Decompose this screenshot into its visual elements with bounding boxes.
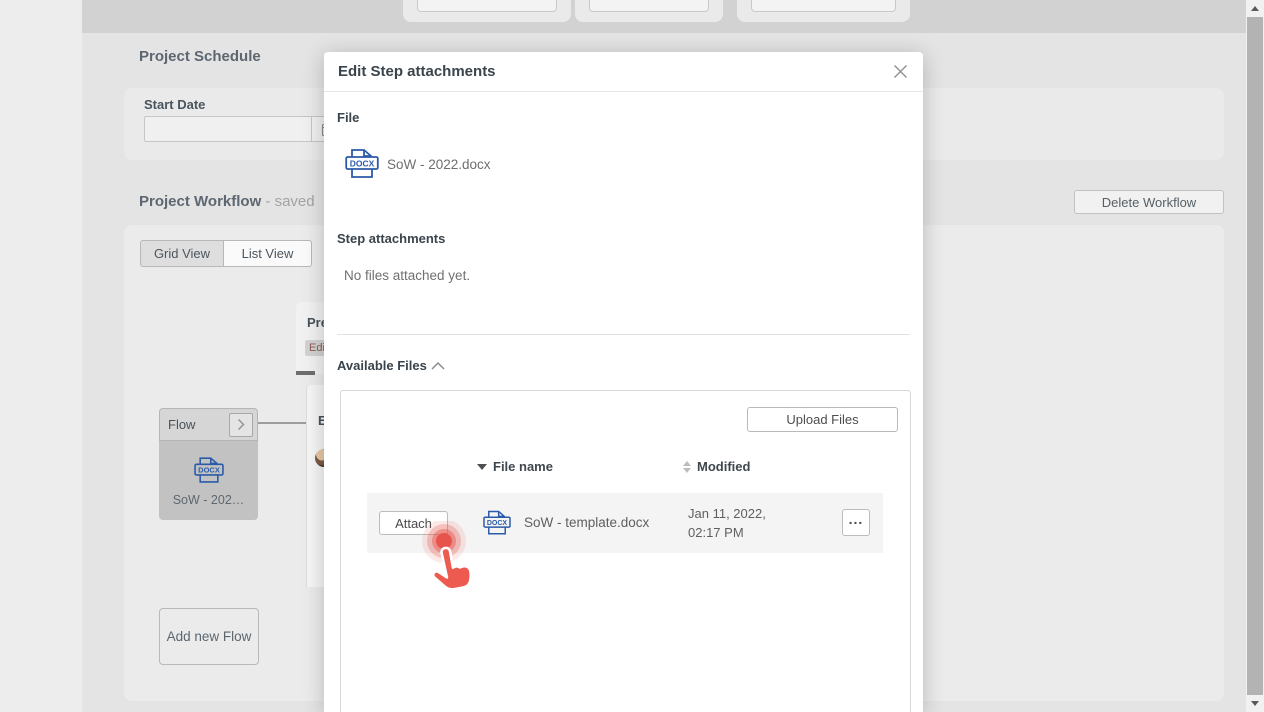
available-files-panel: Upload Files File name Modified Attach D… bbox=[340, 390, 911, 712]
scroll-down-button[interactable] bbox=[1246, 695, 1264, 712]
available-files-label: Available Files bbox=[337, 358, 427, 373]
tab-grid-view[interactable]: Grid View bbox=[140, 240, 224, 267]
start-date-label: Start Date bbox=[144, 97, 205, 112]
avatar bbox=[315, 449, 324, 467]
flow-expand-button[interactable] bbox=[229, 413, 253, 437]
sort-descending-icon bbox=[477, 464, 487, 470]
attached-file[interactable]: DOCX bbox=[345, 146, 379, 187]
workflow-step-card-partial[interactable]: Pre Edi bbox=[296, 302, 324, 374]
docx-file-icon: DOCX bbox=[345, 146, 379, 182]
tab-list-view[interactable]: List View bbox=[224, 240, 312, 267]
top-card-input[interactable] bbox=[589, 0, 709, 12]
saved-status: - saved bbox=[265, 193, 314, 210]
svg-text:DOCX: DOCX bbox=[350, 158, 375, 168]
screen: Project Schedule Start Date Project Work… bbox=[0, 0, 1264, 712]
scrollbar-thumb[interactable] bbox=[1247, 17, 1263, 695]
column-header-modified[interactable]: Modified bbox=[683, 459, 750, 474]
column-header-label: File name bbox=[493, 459, 553, 474]
view-toggle: Grid View List View bbox=[140, 240, 312, 267]
upload-files-button[interactable]: Upload Files bbox=[747, 407, 898, 432]
start-date-value[interactable] bbox=[145, 117, 311, 141]
chevron-right-icon bbox=[237, 418, 245, 431]
svg-text:DOCX: DOCX bbox=[198, 466, 220, 475]
project-workflow-title: Project Workflow - saved bbox=[139, 193, 315, 210]
top-band bbox=[82, 0, 1246, 33]
start-date-input[interactable] bbox=[144, 116, 346, 142]
flow-file-name: SoW - 202… bbox=[173, 493, 245, 507]
top-card-input[interactable] bbox=[751, 0, 896, 12]
project-workflow-title-text: Project Workflow bbox=[139, 193, 261, 210]
more-actions-button[interactable]: ... bbox=[842, 509, 870, 536]
top-card bbox=[737, 0, 910, 22]
scroll-up-icon bbox=[1251, 6, 1259, 11]
section-divider bbox=[337, 334, 910, 335]
scroll-up-button[interactable] bbox=[1246, 0, 1264, 17]
step-attachments-label: Step attachments bbox=[337, 231, 445, 246]
close-icon bbox=[893, 64, 908, 79]
workflow-step-card-partial-2[interactable]: E bbox=[306, 385, 324, 587]
scroll-down-icon bbox=[1251, 701, 1259, 706]
file-name-cell: SoW - template.docx bbox=[524, 515, 649, 530]
modal-title: Edit Step attachments bbox=[338, 63, 891, 80]
flow-card-title: Flow bbox=[168, 417, 229, 432]
svg-text:DOCX: DOCX bbox=[487, 520, 508, 527]
vertical-scrollbar[interactable] bbox=[1246, 0, 1264, 712]
add-new-flow-button[interactable]: Add new Flow bbox=[159, 608, 259, 665]
attach-button[interactable]: Attach bbox=[379, 511, 448, 535]
docx-file-icon: DOCX bbox=[483, 508, 511, 538]
sort-toggle-icon bbox=[683, 461, 691, 473]
top-card bbox=[575, 0, 723, 22]
modal-header: Edit Step attachments bbox=[324, 52, 923, 92]
flow-card-body: DOCX SoW - 202… bbox=[159, 441, 258, 520]
docx-file-icon: DOCX bbox=[194, 454, 224, 487]
top-card-input[interactable] bbox=[417, 0, 557, 12]
collapse-section-button[interactable] bbox=[430, 358, 446, 376]
chevron-up-icon bbox=[430, 361, 446, 371]
modified-date: Jan 11, 2022, bbox=[688, 504, 766, 523]
step-card-divider bbox=[296, 371, 315, 375]
flow-card-header: Flow bbox=[159, 408, 258, 441]
attached-file-name: SoW - 2022.docx bbox=[387, 157, 491, 172]
flow-card[interactable]: Flow DOCX SoW - 202… bbox=[159, 408, 258, 520]
modified-time: 02:17 PM bbox=[688, 523, 766, 542]
delete-workflow-button[interactable]: Delete Workflow bbox=[1074, 190, 1224, 214]
empty-attachments-text: No files attached yet. bbox=[344, 268, 470, 283]
file-section-label: File bbox=[337, 110, 359, 125]
file-type: DOCX bbox=[483, 508, 511, 543]
column-header-label: Modified bbox=[697, 459, 750, 474]
edit-step-attachments-modal: Edit Step attachments File DOCX SoW - 20… bbox=[324, 52, 923, 712]
top-card bbox=[403, 0, 571, 22]
column-header-file-name[interactable]: File name bbox=[477, 459, 553, 474]
modified-cell: Jan 11, 2022, 02:17 PM bbox=[688, 504, 766, 542]
edit-chip[interactable]: Edi bbox=[305, 340, 324, 356]
file-table-row: Attach DOCX SoW - template.docx Jan 11, … bbox=[367, 493, 883, 553]
step-title: Pre bbox=[307, 315, 324, 330]
project-schedule-title: Project Schedule bbox=[139, 48, 261, 65]
close-button[interactable] bbox=[891, 63, 909, 81]
